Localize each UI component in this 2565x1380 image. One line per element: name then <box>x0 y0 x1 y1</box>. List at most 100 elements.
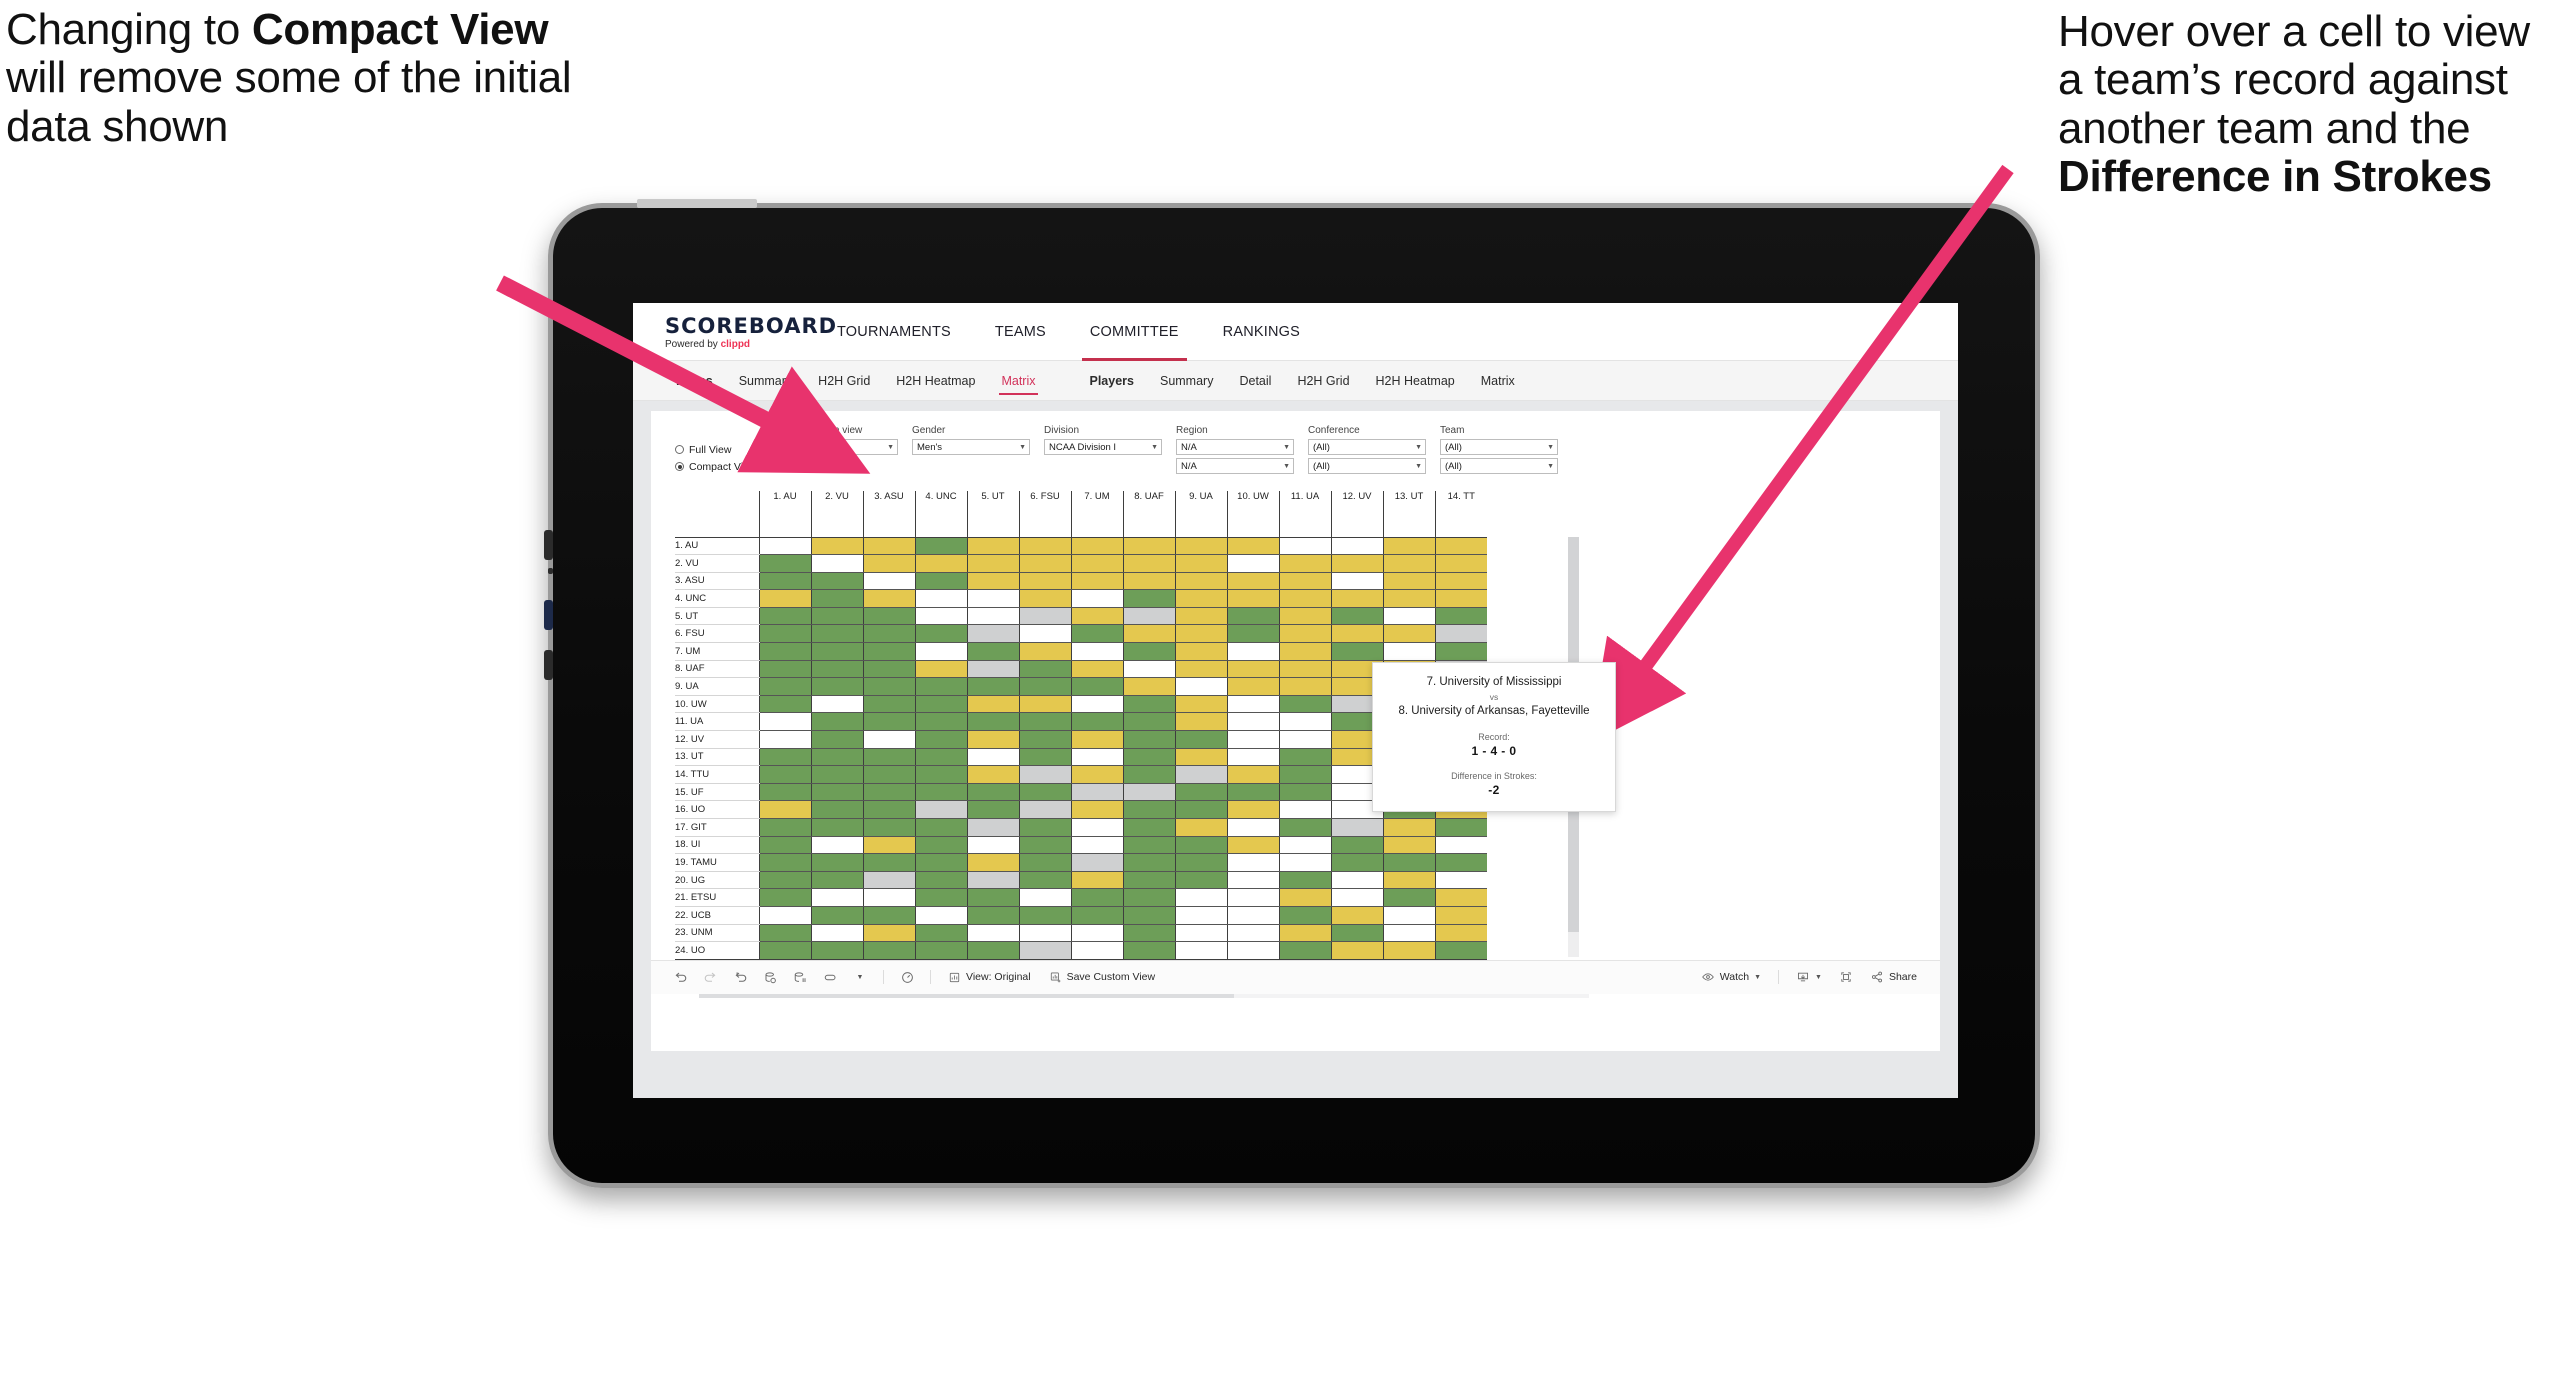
matrix-cell[interactable] <box>862 677 915 696</box>
matrix-cell[interactable] <box>862 572 915 591</box>
matrix-cell[interactable] <box>1226 888 1279 907</box>
matrix-cell[interactable] <box>1018 607 1071 626</box>
matrix-cell[interactable] <box>1226 660 1279 679</box>
subnav-players-detail[interactable]: Detail <box>1226 361 1284 401</box>
matrix-cell[interactable] <box>1018 941 1071 960</box>
matrix-cell[interactable] <box>1278 624 1331 644</box>
matrix-cell[interactable] <box>862 660 915 679</box>
matrix-cell[interactable] <box>758 695 811 714</box>
matrix-cell[interactable] <box>1070 941 1123 960</box>
matrix-cell[interactable] <box>1382 589 1435 608</box>
matrix-cell[interactable] <box>1122 853 1175 872</box>
matrix-cell[interactable] <box>758 624 811 644</box>
matrix-cell[interactable] <box>1278 554 1331 573</box>
matrix-cell[interactable] <box>1122 624 1175 644</box>
matrix-cell[interactable] <box>1226 748 1279 767</box>
matrix-cell[interactable] <box>1018 924 1071 943</box>
matrix-cell[interactable] <box>1070 660 1123 679</box>
matrix-cell[interactable] <box>1382 924 1435 943</box>
matrix-cell[interactable] <box>1018 537 1071 556</box>
subnav-players-matrix[interactable]: Matrix <box>1468 361 1528 401</box>
matrix-cell[interactable] <box>1382 853 1435 872</box>
matrix-cell[interactable] <box>966 783 1019 802</box>
matrix-cell[interactable] <box>1018 765 1071 784</box>
subnav-teams-matrix[interactable]: Matrix <box>988 361 1048 401</box>
matrix-cell[interactable] <box>862 871 915 890</box>
matrix-cell[interactable] <box>1382 818 1435 837</box>
matrix-cell[interactable] <box>1174 748 1227 767</box>
filter-max-teams-select[interactable]: Top 50 ▼ <box>780 439 898 455</box>
matrix-cell[interactable] <box>1018 906 1071 925</box>
matrix-cell[interactable] <box>862 712 915 732</box>
matrix-cell[interactable] <box>1382 642 1435 661</box>
matrix-cell[interactable] <box>1174 589 1227 608</box>
matrix-cell[interactable] <box>1226 677 1279 696</box>
matrix-cell[interactable] <box>914 730 967 749</box>
matrix-cell[interactable] <box>1122 572 1175 591</box>
matrix-cell[interactable] <box>966 853 1019 872</box>
matrix-cell[interactable] <box>1070 765 1123 784</box>
matrix-cell[interactable] <box>1174 818 1227 837</box>
matrix-cell[interactable] <box>810 607 863 626</box>
matrix-cell[interactable] <box>1122 730 1175 749</box>
matrix-cell[interactable] <box>1278 906 1331 925</box>
matrix-cell[interactable] <box>1174 695 1227 714</box>
filter-conference-select-2[interactable]: (All) ▼ <box>1308 458 1426 474</box>
matrix-cell[interactable] <box>1070 554 1123 573</box>
matrix-cell[interactable] <box>966 554 1019 573</box>
matrix-cell[interactable] <box>758 554 811 573</box>
matrix-cell[interactable] <box>1122 642 1175 661</box>
matrix-cell[interactable] <box>966 642 1019 661</box>
matrix-cell[interactable] <box>966 941 1019 960</box>
matrix-cell[interactable] <box>1330 554 1383 573</box>
matrix-cell[interactable] <box>1278 607 1331 626</box>
matrix-cell[interactable] <box>810 836 863 855</box>
matrix-cell[interactable] <box>914 748 967 767</box>
matrix-cell[interactable] <box>1174 888 1227 907</box>
matrix-cell[interactable] <box>1226 800 1279 819</box>
matrix-cell[interactable] <box>966 572 1019 591</box>
matrix-cell[interactable] <box>966 818 1019 837</box>
matrix-cell[interactable] <box>966 712 1019 732</box>
filter-gender-select[interactable]: Men's ▼ <box>912 439 1030 455</box>
matrix-cell[interactable] <box>758 906 811 925</box>
matrix-cell[interactable] <box>966 695 1019 714</box>
matrix-cell[interactable] <box>1330 818 1383 837</box>
matrix-cell[interactable] <box>966 871 1019 890</box>
matrix-cell[interactable] <box>1278 712 1331 732</box>
matrix-cell[interactable] <box>758 871 811 890</box>
matrix-cell[interactable] <box>1174 836 1227 855</box>
matrix-cell[interactable] <box>1226 765 1279 784</box>
matrix-cell[interactable] <box>810 906 863 925</box>
matrix-cell[interactable] <box>810 924 863 943</box>
matrix-cell[interactable] <box>862 607 915 626</box>
matrix-cell[interactable] <box>1070 730 1123 749</box>
matrix-cell[interactable] <box>1122 941 1175 960</box>
matrix-cell[interactable] <box>1122 818 1175 837</box>
matrix-cell[interactable] <box>966 748 1019 767</box>
matrix-cell[interactable] <box>1174 554 1227 573</box>
matrix-cell[interactable] <box>1122 906 1175 925</box>
matrix-cell[interactable] <box>810 818 863 837</box>
matrix-cell[interactable] <box>758 924 811 943</box>
matrix-cell[interactable] <box>1174 906 1227 925</box>
matrix-cell[interactable] <box>1226 554 1279 573</box>
matrix-cell[interactable] <box>1018 730 1071 749</box>
subnav-players-h2h-grid[interactable]: H2H Grid <box>1284 361 1362 401</box>
matrix-cell[interactable] <box>1330 537 1383 556</box>
matrix-cell[interactable] <box>1174 677 1227 696</box>
matrix-cell[interactable] <box>758 888 811 907</box>
matrix-cell[interactable] <box>862 537 915 556</box>
matrix-cell[interactable] <box>1174 941 1227 960</box>
matrix-cell[interactable] <box>966 924 1019 943</box>
matrix-cell[interactable] <box>1070 853 1123 872</box>
matrix-cell[interactable] <box>966 800 1019 819</box>
matrix-cell[interactable] <box>966 765 1019 784</box>
matrix-cell[interactable] <box>1382 836 1435 855</box>
matrix-cell[interactable] <box>1070 624 1123 644</box>
pause-updates-icon[interactable] <box>785 960 815 994</box>
matrix-cell[interactable] <box>914 871 967 890</box>
matrix-cell[interactable] <box>1278 853 1331 872</box>
matrix-cell[interactable] <box>810 783 863 802</box>
matrix-cell[interactable] <box>810 624 863 644</box>
